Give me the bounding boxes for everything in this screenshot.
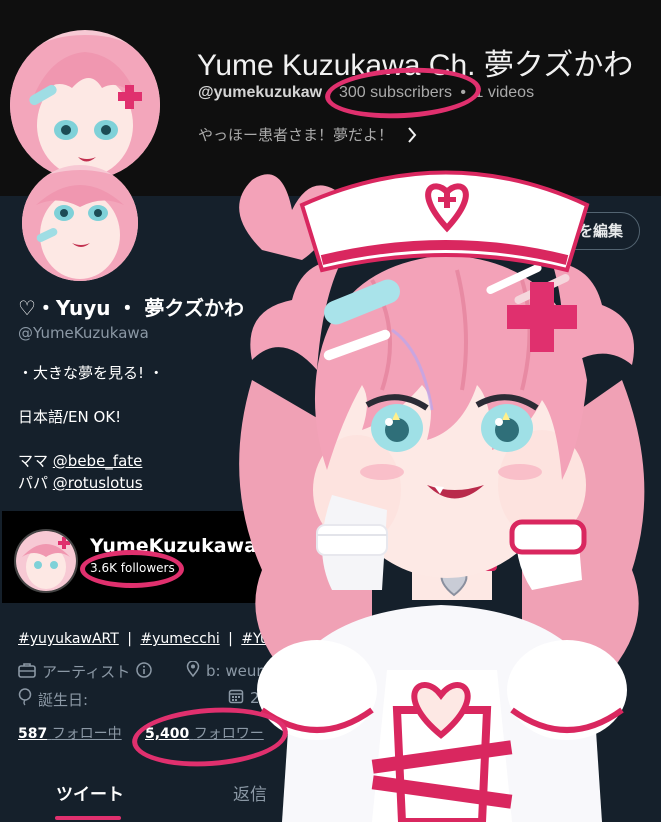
followers-count: 5,400: [145, 726, 190, 742]
screenshot-collage: Yume Kuzukawa Ch. 夢クズかわ @yumekuzukaw 300…: [0, 0, 661, 822]
vtuber-character-art: [239, 170, 645, 822]
info-icon[interactable]: [136, 661, 152, 682]
twitter-handle: @YumeKuzukawa: [18, 324, 149, 342]
profile-birthday: 誕生日:: [18, 688, 88, 710]
pixiv-follower-count: 3.6K followers: [90, 561, 175, 575]
youtube-channel-name: Yume Kuzukawa Ch. 夢クズかわ: [197, 49, 634, 82]
following-link[interactable]: 587 フォロー中: [18, 726, 122, 742]
location-icon: [186, 660, 200, 681]
pixiv-avatar[interactable]: [14, 529, 78, 593]
bio-mama-link[interactable]: @bebe_fate: [53, 452, 143, 470]
bio-line-2: 日本語/EN OK!: [18, 408, 122, 426]
youtube-channel-meta: @yumekuzukaw 300 subscribers • 1 videos: [198, 84, 534, 102]
bio-papa-label: パパ: [18, 474, 49, 492]
profession-text: アーティスト: [42, 663, 131, 681]
bio-mama-label: ママ: [18, 452, 49, 470]
balloon-icon: [18, 688, 32, 710]
twitter-profile-avatar[interactable]: [22, 165, 138, 281]
follow-counts: 587 フォロー中 5,400 フォロワー: [18, 723, 264, 743]
hashtag-yumecchi[interactable]: #yumecchi: [140, 631, 219, 647]
following-count: 587: [18, 726, 48, 742]
bio-line-1: ・大きな夢を見る! ・: [18, 364, 164, 382]
youtube-channel-description[interactable]: やっほー患者さま！夢だよ！: [198, 124, 417, 145]
bio-mama-line: ママ @bebe_fate: [18, 450, 164, 472]
active-tab-indicator: [55, 816, 121, 820]
hashtag-separator: |: [127, 631, 132, 647]
tab-tweets[interactable]: ツイート: [56, 780, 124, 805]
hashtag-yuyukawart[interactable]: #yuyukawART: [18, 631, 119, 647]
profile-profession: アーティスト: [18, 661, 152, 682]
youtube-channel-avatar[interactable]: [10, 30, 160, 180]
youtube-meta-separator: •: [460, 84, 467, 101]
briefcase-icon: [18, 662, 36, 682]
youtube-video-count: 1 videos: [474, 84, 535, 101]
twitter-display-name: ♡・Yuyu ・ 夢クズかわ: [18, 296, 244, 320]
youtube-subscriber-count: 300 subscribers: [339, 84, 452, 101]
youtube-description-text: やっほー患者さま！夢だよ！: [198, 126, 394, 144]
bio-papa-link[interactable]: @rotuslotus: [53, 474, 143, 492]
following-label: フォロー中: [51, 726, 122, 742]
twitter-bio: ・大きな夢を見る! ・ 日本語/EN OK! ママ @bebe_fate パパ …: [18, 362, 164, 494]
bio-papa-line: パパ @rotuslotus: [18, 472, 164, 494]
chevron-right-icon: [407, 126, 417, 143]
birthday-label: 誕生日:: [38, 690, 89, 709]
youtube-handle[interactable]: @yumekuzukaw: [198, 84, 322, 101]
